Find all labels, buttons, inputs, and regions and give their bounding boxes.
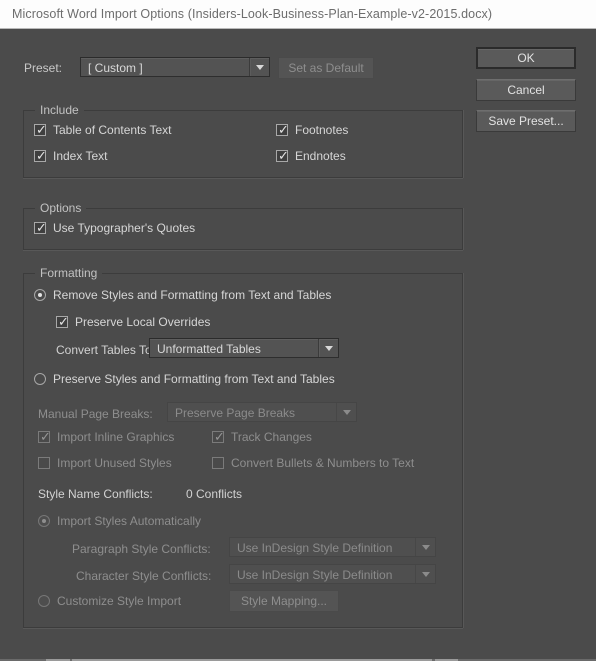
- radio-icon: [38, 514, 50, 527]
- checkbox-use-typographers-quotes[interactable]: ✓ Use Typographer's Quotes: [34, 220, 195, 235]
- include-group-title: Include: [35, 103, 84, 117]
- checkbox-label: Import Inline Graphics: [57, 429, 175, 444]
- checkbox-icon: ✓: [276, 147, 289, 163]
- checkbox-label: Use Typographer's Quotes: [53, 220, 196, 235]
- paragraph-style-conflicts-value: Use InDesign Style Definition: [237, 541, 393, 555]
- ok-button[interactable]: OK: [476, 47, 576, 69]
- radio-import-styles-automatically[interactable]: Import Styles Automatically: [38, 513, 201, 528]
- checkbox-icon: ✓: [276, 121, 289, 137]
- paragraph-style-conflicts-label: Paragraph Style Conflicts:: [72, 542, 211, 556]
- character-style-conflicts-dropdown[interactable]: Use InDesign Style Definition: [229, 564, 436, 584]
- style-mapping-button[interactable]: Style Mapping...: [229, 590, 339, 612]
- checkbox-import-unused-styles[interactable]: ✓ Import Unused Styles: [38, 455, 172, 470]
- checkbox-icon: ✓: [38, 456, 50, 469]
- manual-page-breaks-value: Preserve Page Breaks: [175, 406, 296, 420]
- checkbox-icon: ✓: [38, 428, 51, 444]
- manual-page-breaks-label: Manual Page Breaks:: [38, 407, 153, 421]
- checkbox-label: Track Changes: [231, 429, 312, 444]
- chevron-down-icon: [415, 538, 435, 556]
- dialog-titlebar: Microsoft Word Import Options (Insiders-…: [0, 0, 596, 29]
- convert-tables-to-label: Convert Tables To:: [56, 343, 155, 357]
- checkbox-index-text[interactable]: ✓ Index Text: [34, 148, 107, 163]
- checkbox-preserve-local-overrides[interactable]: ✓ Preserve Local Overrides: [56, 314, 210, 329]
- style-name-conflicts-label: Style Name Conflicts:: [38, 487, 153, 501]
- checkbox-footnotes[interactable]: ✓ Footnotes: [276, 122, 348, 137]
- checkbox-convert-bullets-numbers-to-text[interactable]: ✓ Convert Bullets & Numbers to Text: [212, 455, 414, 470]
- checkbox-icon: ✓: [34, 219, 47, 235]
- checkbox-endnotes[interactable]: ✓ Endnotes: [276, 148, 346, 163]
- cancel-button[interactable]: Cancel: [476, 79, 576, 101]
- style-name-conflicts-value: 0 Conflicts: [186, 487, 243, 501]
- checkbox-label: Index Text: [53, 148, 108, 163]
- checkbox-label: Table of Contents Text: [53, 122, 172, 137]
- set-as-default-button[interactable]: Set as Default: [278, 57, 374, 79]
- checkbox-label: Import Unused Styles: [57, 455, 172, 470]
- character-style-conflicts-value: Use InDesign Style Definition: [237, 568, 393, 582]
- checkbox-label: Convert Bullets & Numbers to Text: [231, 455, 415, 470]
- convert-tables-to-value: Unformatted Tables: [157, 342, 261, 356]
- radio-label: Remove Styles and Formatting from Text a…: [53, 287, 332, 302]
- radio-preserve-styles-and-formatting[interactable]: Preserve Styles and Formatting from Text…: [34, 371, 335, 386]
- radio-icon: [34, 372, 46, 385]
- checkbox-table-of-contents-text[interactable]: ✓ Table of Contents Text: [34, 122, 172, 137]
- checkbox-icon: ✓: [34, 121, 47, 137]
- preset-label: Preset:: [24, 61, 63, 75]
- manual-page-breaks-dropdown[interactable]: Preserve Page Breaks: [167, 402, 357, 422]
- checkbox-track-changes[interactable]: ✓ Track Changes: [212, 429, 312, 444]
- include-group: Include ✓ Table of Contents Text ✓ Footnot…: [23, 103, 463, 178]
- radio-label: Import Styles Automatically: [57, 513, 202, 528]
- chevron-down-icon: [336, 403, 356, 421]
- checkbox-import-inline-graphics[interactable]: ✓ Import Inline Graphics: [38, 429, 174, 444]
- radio-customize-style-import[interactable]: Customize Style Import: [38, 593, 181, 608]
- radio-label: Customize Style Import: [57, 593, 182, 608]
- formatting-group-title: Formatting: [35, 266, 103, 280]
- checkbox-icon: ✓: [34, 147, 47, 163]
- word-import-options-dialog: Microsoft Word Import Options (Insiders-…: [0, 0, 596, 661]
- convert-tables-to-dropdown[interactable]: Unformatted Tables: [149, 338, 339, 358]
- chevron-down-icon: [318, 339, 338, 357]
- paragraph-style-conflicts-dropdown[interactable]: Use InDesign Style Definition: [229, 537, 436, 557]
- preset-dropdown-value: [ Custom ]: [88, 61, 143, 75]
- checkbox-icon: ✓: [212, 456, 224, 469]
- checkbox-label: Preserve Local Overrides: [75, 314, 211, 329]
- options-group-title: Options: [35, 201, 87, 215]
- save-preset-button[interactable]: Save Preset...: [476, 110, 576, 132]
- chevron-down-icon: [415, 565, 435, 583]
- radio-icon: [38, 594, 50, 607]
- options-group: Options ✓ Use Typographer's Quotes: [23, 201, 463, 250]
- dialog-title: Microsoft Word Import Options (Insiders-…: [12, 7, 493, 21]
- checkbox-label: Endnotes: [295, 148, 346, 163]
- radio-label: Preserve Styles and Formatting from Text…: [53, 371, 335, 386]
- checkbox-icon: ✓: [212, 428, 225, 444]
- checkbox-label: Footnotes: [295, 122, 349, 137]
- radio-remove-styles-and-formatting[interactable]: Remove Styles and Formatting from Text a…: [34, 287, 331, 302]
- radio-icon: [34, 288, 46, 301]
- character-style-conflicts-label: Character Style Conflicts:: [76, 569, 212, 583]
- formatting-group: Formatting Remove Styles and Formatting …: [23, 266, 463, 628]
- checkbox-icon: ✓: [56, 313, 69, 329]
- chevron-down-icon: [249, 58, 269, 76]
- preset-dropdown[interactable]: [ Custom ]: [80, 57, 270, 77]
